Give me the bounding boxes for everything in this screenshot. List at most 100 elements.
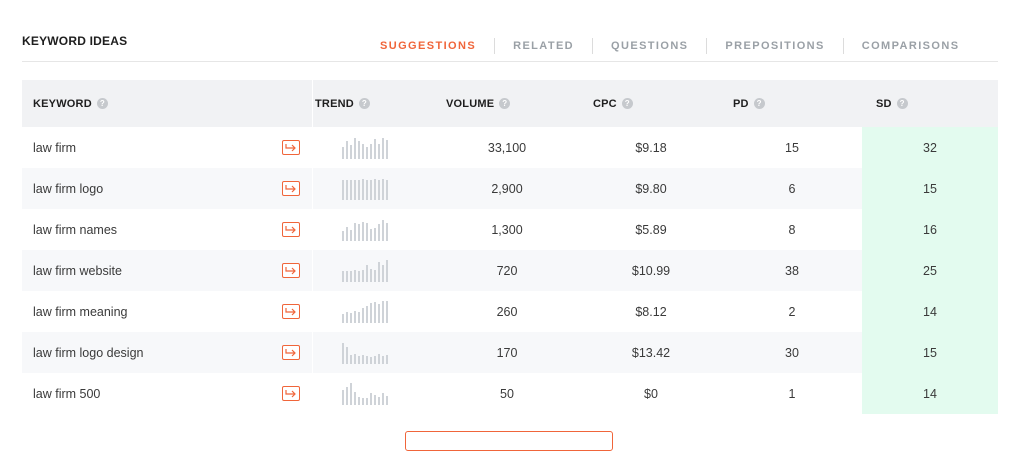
cpc-cell: $8.12 <box>635 304 667 319</box>
trend-cell <box>313 332 434 373</box>
trend-bar <box>386 222 388 241</box>
trend-bar <box>346 346 348 364</box>
header-cpc-label: CPC <box>593 97 617 110</box>
keyword-text[interactable]: law firm meaning <box>33 305 127 319</box>
open-keyword-button[interactable] <box>282 140 300 155</box>
trend-bar <box>342 389 344 405</box>
keyword-text[interactable]: law firm logo design <box>33 346 143 360</box>
open-keyword-button[interactable] <box>282 304 300 319</box>
trend-bar <box>342 270 344 282</box>
tab-related[interactable]: RELATED <box>513 40 574 52</box>
open-keyword-button[interactable] <box>282 345 300 360</box>
open-arrow-icon <box>285 267 296 275</box>
trend-bar <box>370 356 372 364</box>
open-keyword-button[interactable] <box>282 386 300 401</box>
cpc-cell: $9.80 <box>635 181 667 196</box>
cpc-cell: $9.18 <box>635 140 667 155</box>
trend-bar <box>370 268 372 282</box>
pd-cell: 8 <box>788 222 796 237</box>
trend-bar <box>342 342 344 364</box>
pd-cell: 2 <box>788 304 796 319</box>
header-keyword[interactable]: KEYWORD ? <box>22 80 312 127</box>
trend-sparkline <box>342 178 388 200</box>
trend-bar <box>342 179 344 200</box>
trend-bar <box>362 397 364 405</box>
keyword-text[interactable]: law firm website <box>33 264 122 278</box>
open-arrow-icon <box>285 226 296 234</box>
table-row[interactable]: law firm 500 50 $0 1 14 <box>22 373 998 414</box>
help-icon[interactable]: ? <box>753 98 765 109</box>
trend-bar <box>374 355 376 364</box>
volume-cell: 33,100 <box>487 140 527 155</box>
trend-bar <box>382 137 384 159</box>
table-row[interactable]: law firm logo design 170 $13.42 30 15 <box>22 332 998 373</box>
tab-comparisons[interactable]: COMPARISONS <box>862 40 960 52</box>
header-cpc[interactable]: CPC ? <box>580 80 722 127</box>
open-keyword-button[interactable] <box>282 222 300 237</box>
trend-bar <box>362 269 364 282</box>
trend-bar <box>362 307 364 323</box>
keyword-text[interactable]: law firm logo <box>33 182 103 196</box>
keyword-text[interactable]: law firm 500 <box>33 387 100 401</box>
trend-bar <box>370 392 372 405</box>
trend-bar <box>350 382 352 405</box>
trend-bar <box>382 300 384 323</box>
header-sd[interactable]: SD ? <box>862 80 998 127</box>
trend-bar <box>354 391 356 405</box>
keyword-text[interactable]: law firm names <box>33 223 117 237</box>
trend-bar <box>370 228 372 241</box>
trend-bar <box>382 355 384 364</box>
header-pd-label: PD <box>733 97 749 110</box>
tab-questions[interactable]: QUESTIONS <box>611 40 688 52</box>
open-arrow-icon <box>285 144 296 152</box>
help-icon[interactable]: ? <box>358 98 370 109</box>
trend-bar <box>358 355 360 364</box>
trend-bar <box>386 354 388 364</box>
trend-bar <box>374 227 376 241</box>
table-row[interactable]: law firm names 1,300 $5.89 8 16 <box>22 209 998 250</box>
trend-bar <box>346 179 348 200</box>
trend-bar <box>378 261 380 282</box>
header-volume-label: VOLUME <box>446 97 495 110</box>
trend-bar <box>366 222 368 241</box>
trend-bar <box>350 179 352 200</box>
help-icon[interactable]: ? <box>896 98 908 109</box>
keyword-cell: law firm 500 <box>22 373 312 414</box>
table-row[interactable]: law firm 33,100 $9.18 15 32 <box>22 127 998 168</box>
header-pd[interactable]: PD ? <box>722 80 862 127</box>
pd-cell: 1 <box>788 386 796 401</box>
trend-sparkline <box>342 300 388 323</box>
pd-cell: 15 <box>785 140 799 155</box>
trend-bar <box>350 354 352 364</box>
trend-bar <box>362 354 364 364</box>
load-more-button[interactable] <box>405 431 613 451</box>
help-icon[interactable]: ? <box>499 98 511 109</box>
volume-cell: 2,900 <box>491 181 523 196</box>
volume-cell: 50 <box>500 386 514 401</box>
trend-bar <box>366 305 368 323</box>
open-keyword-button[interactable] <box>282 181 300 196</box>
help-icon[interactable]: ? <box>621 98 633 109</box>
trend-sparkline <box>342 382 388 405</box>
open-arrow-icon <box>285 390 296 398</box>
trend-bar <box>362 143 364 159</box>
table-row[interactable]: law firm logo 2,900 $9.80 6 15 <box>22 168 998 209</box>
trend-bar <box>386 395 388 405</box>
table-row[interactable]: law firm website 720 $10.99 38 25 <box>22 250 998 291</box>
help-icon[interactable]: ? <box>96 98 108 109</box>
open-keyword-button[interactable] <box>282 263 300 278</box>
cpc-cell: $10.99 <box>631 263 671 278</box>
cpc-cell: $5.89 <box>635 222 667 237</box>
trend-bar <box>354 179 356 200</box>
header-trend[interactable]: TREND ? <box>313 80 434 127</box>
tab-suggestions[interactable]: SUGGESTIONS <box>380 40 476 52</box>
table-row[interactable]: law firm meaning 260 $8.12 2 14 <box>22 291 998 332</box>
sd-cell: 15 <box>862 332 998 373</box>
trend-bar <box>358 223 360 241</box>
keyword-cell: law firm website <box>22 250 312 291</box>
keyword-text[interactable]: law firm <box>33 141 76 155</box>
header-volume[interactable]: VOLUME ? <box>434 80 580 127</box>
trend-bar <box>374 301 376 323</box>
tab-prepositions[interactable]: PREPOSITIONS <box>725 40 824 52</box>
keyword-cell: law firm logo <box>22 168 312 209</box>
